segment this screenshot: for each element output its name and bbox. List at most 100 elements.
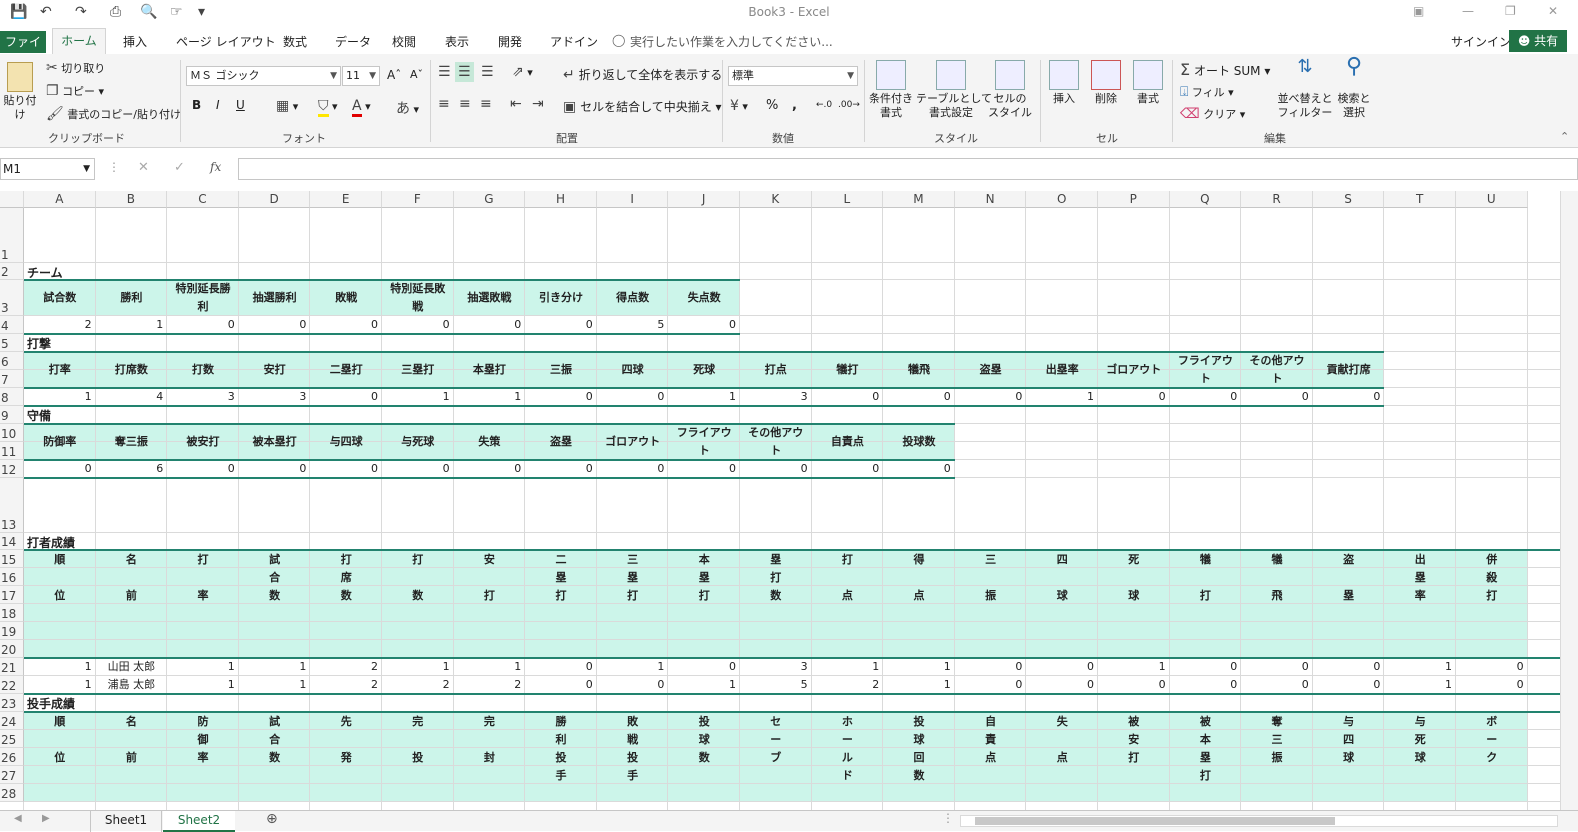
batter-value-cell[interactable]: 2 <box>310 658 382 676</box>
format-painter-button[interactable]: 🖌 書式のコピー/貼り付け <box>46 106 181 122</box>
signin-link[interactable]: サインイン <box>1451 33 1511 50</box>
defense-value-cell[interactable]: 0 <box>525 460 597 478</box>
cancel-icon[interactable]: ✕ <box>138 160 149 175</box>
defense-value-cell[interactable]: 0 <box>812 460 884 478</box>
autosum-button[interactable]: Σ オート SUM ▾ <box>1180 60 1270 79</box>
batting-value-cell[interactable]: 0 <box>310 388 382 406</box>
row-header-9[interactable]: 9 <box>0 406 24 424</box>
defense-value-cell[interactable]: 0 <box>668 460 740 478</box>
column-header-u[interactable]: U <box>1456 191 1528 208</box>
cut-button[interactable]: ✂ 切り取り <box>46 60 105 76</box>
tab-home[interactable]: ホーム <box>52 28 106 55</box>
batting-value-cell[interactable]: 3 <box>239 388 311 406</box>
close-icon[interactable]: ✕ <box>1548 4 1558 18</box>
column-header-h[interactable]: H <box>525 191 597 208</box>
row-header-2[interactable]: 2 <box>0 263 24 280</box>
orientation-button[interactable]: ⇗ ▾ <box>512 64 533 80</box>
column-header-o[interactable]: O <box>1026 191 1098 208</box>
column-header-a[interactable]: A <box>24 191 96 208</box>
batting-value-cell[interactable]: 0 <box>1241 388 1313 406</box>
fill-color-button[interactable]: ⛉ ▾ <box>318 98 338 117</box>
batting-value-cell[interactable]: 1 <box>24 388 96 406</box>
copy-button[interactable]: ❐ コピー ▾ <box>46 83 104 99</box>
column-header-f[interactable]: F <box>382 191 454 208</box>
font-color-button[interactable]: A ▾ <box>352 98 371 117</box>
column-header-m[interactable]: M <box>883 191 955 208</box>
batting-value-cell[interactable]: 0 <box>883 388 955 406</box>
tab-data[interactable]: データ <box>335 33 371 50</box>
batter-value-cell[interactable]: 2 <box>382 676 454 694</box>
defense-value-cell[interactable]: 0 <box>382 460 454 478</box>
batter-value-cell[interactable]: 1 <box>812 658 884 676</box>
row-header-5[interactable]: 5 <box>0 334 24 352</box>
sheet-tab-sheet1[interactable]: Sheet1 <box>90 811 162 832</box>
tab-file[interactable]: ファイル <box>0 31 46 71</box>
tab-addins[interactable]: アドイン <box>550 33 598 50</box>
batting-value-cell[interactable]: 3 <box>740 388 812 406</box>
row-header-22[interactable]: 22 <box>0 676 24 694</box>
batter-value-cell[interactable]: 0 <box>1026 658 1098 676</box>
batter-value-cell[interactable]: 0 <box>525 658 597 676</box>
share-button[interactable]: ☻ 共有 <box>1509 30 1567 52</box>
comma-button[interactable]: , <box>792 98 797 113</box>
align-center-button[interactable]: ≡ <box>459 96 471 112</box>
batting-value-cell[interactable]: 4 <box>96 388 168 406</box>
row-header-14[interactable]: 14 <box>0 533 24 550</box>
row-header-15[interactable]: 15 <box>0 550 24 568</box>
worksheet-grid[interactable]: A B C D E F G H I J K L M N O P Q R S T U 1 2 3 4 5 6 7 8 9 10 11 12 13 14… <box>0 191 1560 810</box>
batter-value-cell[interactable]: 1 <box>239 658 311 676</box>
row-header-17[interactable]: 17 <box>0 586 24 604</box>
column-header-q[interactable]: Q <box>1169 191 1242 208</box>
increase-decimal-button[interactable]: ←.0 <box>816 100 832 110</box>
batter-name-cell[interactable]: 浦島 太郎 <box>96 676 168 694</box>
format-as-table-button[interactable]: テーブルとして 書式設定 <box>916 60 992 120</box>
team-value-cell[interactable]: 0 <box>310 316 382 334</box>
batter-value-cell[interactable]: 0 <box>1241 676 1313 694</box>
row-header-24[interactable]: 24 <box>0 712 24 730</box>
decrease-indent-button[interactable]: ⇤ <box>510 96 522 112</box>
number-format-select[interactable]: 標準 ▼ <box>728 66 858 86</box>
clear-button[interactable]: ⌫ クリア ▾ <box>1180 106 1245 122</box>
batting-value-cell[interactable]: 0 <box>1170 388 1242 406</box>
row-header-6[interactable]: 6 <box>0 352 24 370</box>
enter-icon[interactable]: ✓ <box>174 160 185 175</box>
defense-value-cell[interactable]: 0 <box>740 460 812 478</box>
ribbon-display-icon[interactable]: ▣ <box>1413 4 1424 18</box>
batter-value-cell[interactable]: 2 <box>812 676 884 694</box>
row-header-12[interactable]: 12 <box>0 460 24 478</box>
align-right-button[interactable]: ≡ <box>480 96 492 112</box>
team-value-cell[interactable]: 1 <box>96 316 168 334</box>
column-header-c[interactable]: C <box>167 191 239 208</box>
align-left-button[interactable]: ≡ <box>438 96 450 112</box>
batter-value-cell[interactable]: 3 <box>740 658 812 676</box>
decrease-decimal-button[interactable]: .00→ <box>838 100 860 110</box>
conditional-format-button[interactable]: 条件付き 書式 <box>866 60 916 120</box>
batter-value-cell[interactable]: 0 <box>668 658 740 676</box>
row-header-25[interactable]: 25 <box>0 730 24 748</box>
batter-value-cell[interactable]: 0 <box>1170 658 1242 676</box>
shrink-font-button[interactable]: Aˇ <box>410 68 423 81</box>
column-header-t[interactable]: T <box>1384 191 1456 208</box>
minimize-icon[interactable]: — <box>1462 4 1474 18</box>
column-header-d[interactable]: D <box>238 191 311 208</box>
team-value-cell[interactable]: 0 <box>382 316 454 334</box>
batter-value-cell[interactable]: 1 <box>883 658 955 676</box>
merge-center-button[interactable]: ▣ セルを結合して中央揃え ▾ <box>563 98 722 115</box>
batter-rank-cell[interactable]: 1 <box>24 658 96 676</box>
batting-value-cell[interactable]: 0 <box>955 388 1027 406</box>
batter-value-cell[interactable]: 0 <box>1313 676 1385 694</box>
font-name-select[interactable]: ＭＳ ゴシック ▼ <box>186 66 341 86</box>
select-all-corner[interactable] <box>0 191 24 208</box>
batting-value-cell[interactable]: 0 <box>1313 388 1385 406</box>
vertical-scrollbar[interactable] <box>1560 191 1578 810</box>
column-header-n[interactable]: N <box>954 191 1027 208</box>
batter-value-cell[interactable]: 1 <box>883 676 955 694</box>
batter-value-cell[interactable]: 0 <box>1170 676 1242 694</box>
horizontal-scrollbar[interactable] <box>960 815 1558 827</box>
batter-value-cell[interactable]: 0 <box>955 676 1027 694</box>
row-header-11[interactable]: 11 <box>0 442 24 460</box>
column-header-l[interactable]: L <box>811 191 884 208</box>
scroll-thumb[interactable] <box>975 817 1335 825</box>
column-header-j[interactable]: J <box>668 191 740 208</box>
underline-button[interactable]: U <box>236 98 245 112</box>
